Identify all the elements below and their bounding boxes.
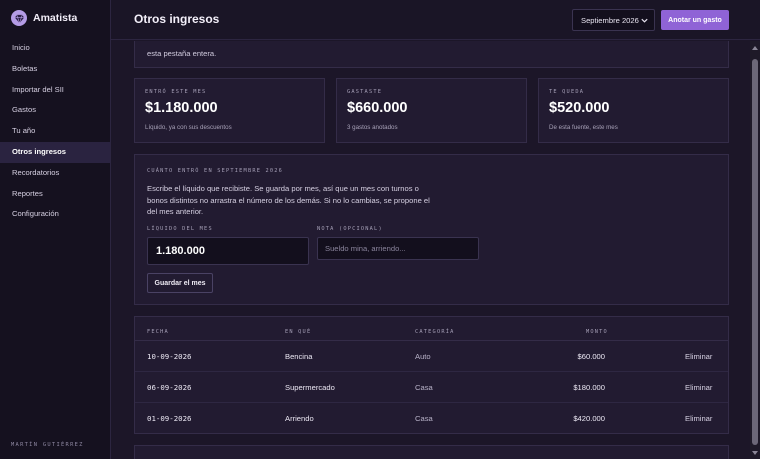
sidebar-item-importar-sii[interactable]: Importar del SII — [0, 80, 110, 101]
column-header-amount: MONTO — [586, 329, 608, 335]
stat-label: TE QUEDA — [549, 89, 585, 95]
amount-label: LÍQUIDO DEL MES — [147, 226, 213, 232]
sidebar-item-gastos[interactable]: Gastos — [0, 100, 110, 121]
note-input[interactable]: Sueldo mina, arriendo... — [317, 237, 479, 260]
sidebar: Amatista Inicio Boletas Importar del SII… — [0, 0, 111, 459]
sidebar-item-inicio[interactable]: Inicio — [0, 38, 110, 59]
brand[interactable]: Amatista — [11, 10, 77, 26]
scroll-down-icon[interactable] — [752, 451, 758, 455]
amethyst-logo-icon — [11, 10, 27, 26]
sidebar-nav: Inicio Boletas Importar del SII Gastos T… — [0, 38, 110, 225]
sidebar-item-reportes[interactable]: Reportes — [0, 184, 110, 205]
row-category: Auto — [415, 352, 431, 361]
top-bar: Otros ingresos Septiembre 2026 Anotar un… — [111, 0, 760, 40]
monthly-income-form: CUÁNTO ENTRÓ EN SEPTIEMBRE 2026 Escribe … — [134, 154, 729, 305]
sidebar-item-otros-ingresos[interactable]: Otros ingresos — [0, 141, 110, 163]
column-header-date: FECHA — [147, 329, 169, 335]
app-name: Amatista — [33, 12, 78, 24]
next-section-card — [134, 445, 729, 459]
scroll-thumb[interactable] — [752, 59, 758, 445]
stat-card-income: ENTRÓ ESTE MES $1.180.000 Líquido, ya co… — [134, 78, 325, 143]
page-title: Otros ingresos — [134, 12, 220, 26]
add-expense-button[interactable]: Anotar un gasto — [661, 10, 729, 30]
stat-subtitle: 3 gastos anotados — [347, 124, 398, 131]
main-content: esta pestaña entera. ENTRÓ ESTE MES $1.1… — [111, 41, 750, 459]
sidebar-item-tu-ano[interactable]: Tu año — [0, 121, 110, 142]
row-amount: $420.000 — [573, 414, 605, 423]
page-scrollbar[interactable] — [750, 41, 760, 459]
stat-card-spent: GASTASTE $660.000 3 gastos anotados — [336, 78, 527, 143]
row-description: Arriendo — [285, 414, 314, 423]
row-description: Supermercado — [285, 383, 335, 392]
row-category: Casa — [415, 414, 433, 423]
table-row: 01-09-2026 Arriendo Casa $420.000 Elimin… — [135, 403, 728, 434]
stat-value: $520.000 — [549, 100, 610, 116]
row-date: 01-09-2026 — [147, 414, 192, 423]
stat-value: $1.180.000 — [145, 100, 218, 116]
stat-label: ENTRÓ ESTE MES — [145, 89, 207, 95]
column-header-description: EN QUÉ — [285, 329, 312, 335]
intro-text: esta pestaña entera. — [147, 49, 217, 58]
stat-subtitle: Líquido, ya con sus descuentos — [145, 124, 232, 131]
scroll-up-icon[interactable] — [752, 46, 758, 50]
sidebar-item-recordatorios[interactable]: Recordatorios — [0, 163, 110, 184]
stat-card-remaining: TE QUEDA $520.000 De esta fuente, este m… — [538, 78, 729, 143]
row-description: Bencina — [285, 352, 313, 361]
row-date: 10-09-2026 — [147, 352, 192, 361]
table-row: 10-09-2026 Bencina Auto $60.000 Eliminar — [135, 341, 728, 372]
stat-subtitle: De esta fuente, este mes — [549, 124, 618, 131]
note-label: NOTA (OPCIONAL) — [317, 226, 383, 232]
row-amount: $60.000 — [577, 352, 605, 361]
column-header-category: CATEGORÍA — [415, 329, 455, 335]
save-month-button[interactable]: Guardar el mes — [147, 273, 213, 293]
form-title: CUÁNTO ENTRÓ EN SEPTIEMBRE 2026 — [147, 168, 284, 174]
row-amount: $180.000 — [573, 383, 605, 392]
stat-value: $660.000 — [347, 100, 408, 116]
sidebar-item-configuracion[interactable]: Configuración — [0, 204, 110, 225]
chevron-down-icon — [641, 18, 648, 23]
table-row: 06-09-2026 Supermercado Casa $180.000 El… — [135, 372, 728, 403]
month-select-value: Septiembre 2026 — [581, 15, 639, 25]
intro-card: esta pestaña entera. — [134, 41, 729, 68]
delete-button[interactable]: Eliminar — [685, 383, 712, 392]
row-category: Casa — [415, 383, 433, 392]
sidebar-item-boletas[interactable]: Boletas — [0, 59, 110, 80]
user-name: MARTÍN GUTIÉRREZ — [11, 442, 84, 448]
net-amount-input[interactable]: 1.180.000 — [147, 237, 309, 265]
month-select[interactable]: Septiembre 2026 — [572, 9, 655, 31]
stat-label: GASTASTE — [347, 89, 383, 95]
form-description: Escribe el líquido que recibiste. Se gua… — [147, 184, 430, 217]
row-date: 06-09-2026 — [147, 383, 192, 392]
delete-button[interactable]: Eliminar — [685, 352, 712, 361]
expenses-table: FECHA EN QUÉ CATEGORÍA MONTO 10-09-2026 … — [134, 316, 729, 434]
delete-button[interactable]: Eliminar — [685, 414, 712, 423]
